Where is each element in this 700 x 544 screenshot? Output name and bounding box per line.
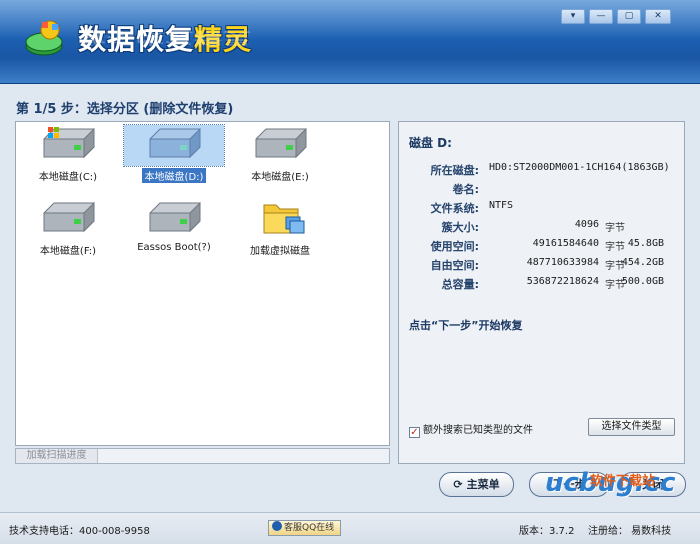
partition-label: 本地磁盘(C:) bbox=[38, 172, 98, 183]
select-file-type-button[interactable]: 选择文件类型 bbox=[588, 418, 675, 436]
partition-label: 本地磁盘(D:) bbox=[140, 167, 208, 184]
info-row-disk: 所在磁盘: HD0:ST2000DM001-1CH164(1863GB) bbox=[399, 162, 684, 180]
info-row-filesystem: 文件系统: NTFS bbox=[399, 200, 684, 218]
load-scan-progress-button[interactable]: 加载扫描进度 bbox=[16, 449, 98, 463]
info-number: 4096 bbox=[574, 219, 599, 230]
partition-item-d[interactable]: 本地磁盘(D:) bbox=[123, 124, 225, 184]
window-minimize-button[interactable]: — bbox=[589, 9, 613, 24]
info-value: NTFS bbox=[489, 200, 514, 211]
partition-label: Eassos Boot(?) bbox=[137, 242, 211, 253]
info-size: 45.8GB bbox=[627, 238, 664, 249]
version-label: 版本：3.7.2 bbox=[519, 526, 575, 537]
partition-icon-wrap bbox=[18, 199, 118, 240]
app-title-reflection-main: 数据恢复 bbox=[78, 29, 195, 48]
drive-icon bbox=[149, 201, 201, 233]
window-close-button[interactable]: ✕ bbox=[645, 9, 671, 24]
folder-icon bbox=[263, 204, 305, 234]
load-virtual-disk[interactable]: 加载虚拟磁盘 bbox=[230, 199, 330, 257]
info-key: 卷名: bbox=[452, 183, 479, 196]
info-key: 总容量: bbox=[441, 278, 479, 291]
support-phone: 技术支持电话：400-008-9958 bbox=[9, 526, 150, 537]
info-row-total: 总容量: 536872218624 字节 500.0GB bbox=[399, 276, 684, 294]
info-size: 454.2GB bbox=[621, 257, 664, 268]
info-number: 536872218624 bbox=[526, 276, 599, 287]
info-row-free: 自由空间: 487710633984 字节 454.2GB bbox=[399, 257, 684, 275]
partition-item-f[interactable]: 本地磁盘(F:) bbox=[18, 199, 118, 257]
status-bar: 技术支持电话：400-008-9958 客服QQ在线 版本：3.7.2 注册给：… bbox=[0, 512, 700, 544]
extra-search-checkbox[interactable]: ✓ 额外搜索已知类型的文件 bbox=[409, 421, 533, 438]
watermark-sub: 软件下载站 bbox=[590, 474, 656, 489]
qq-support-button[interactable]: 客服QQ在线 bbox=[268, 520, 341, 536]
drive-icon bbox=[255, 127, 307, 159]
app-title-reflection-accent: 精灵 bbox=[194, 29, 253, 48]
app-header: 数据恢复精灵 数据恢复精灵 ▾ — ▢ ✕ bbox=[0, 0, 700, 84]
window-menu-button[interactable]: ▾ bbox=[561, 9, 585, 24]
info-number: 487710633984 bbox=[526, 257, 599, 268]
app-logo-icon bbox=[25, 20, 63, 56]
app-title-reflection: 数据恢复精灵 bbox=[78, 28, 252, 50]
partition-label: 本地磁盘(E:) bbox=[251, 172, 309, 183]
window-maximize-button[interactable]: ▢ bbox=[617, 9, 641, 24]
disk-info-panel: 磁盘 D: 所在磁盘: HD0:ST2000DM001-1CH164(1863G… bbox=[398, 121, 685, 464]
info-unit: 字节 bbox=[605, 242, 625, 253]
info-number: 49161584640 bbox=[532, 238, 599, 249]
info-row-cluster: 簇大小: 4096 字节 bbox=[399, 219, 684, 237]
partition-icon-wrap bbox=[124, 199, 224, 240]
windows-drive-icon bbox=[43, 127, 95, 159]
partition-icon-wrap bbox=[230, 125, 330, 166]
registered-label: 注册给： 易数科技 bbox=[588, 526, 672, 537]
info-key: 簇大小: bbox=[441, 221, 479, 234]
step-title: 第 1/5 步：选择分区 (删除文件恢复) bbox=[16, 102, 234, 117]
info-key: 文件系统: bbox=[430, 202, 479, 215]
qq-icon bbox=[272, 521, 282, 531]
partition-list: 本地磁盘(C:) 本地磁盘(D:) 本地磁盘(E:) 本地磁盘(F:) Eass… bbox=[15, 121, 390, 446]
partition-item-e[interactable]: 本地磁盘(E:) bbox=[230, 125, 330, 183]
partition-icon-wrap bbox=[123, 124, 225, 167]
partition-label: 加载虚拟磁盘 bbox=[250, 246, 310, 257]
refresh-icon: ⟳ bbox=[453, 478, 463, 491]
qq-label: 客服QQ在线 bbox=[284, 523, 335, 533]
info-row-used: 使用空间: 49161584640 字节 45.8GB bbox=[399, 238, 684, 256]
main-menu-button[interactable]: ⟳ 主菜单 bbox=[439, 472, 514, 497]
partition-icon-wrap bbox=[18, 125, 118, 166]
info-key: 所在磁盘: bbox=[430, 164, 479, 177]
disk-title: 磁盘 D: bbox=[409, 136, 452, 150]
info-key: 自由空间: bbox=[430, 259, 479, 272]
checkbox-check-icon[interactable]: ✓ bbox=[409, 427, 420, 438]
partition-item-eassos-boot[interactable]: Eassos Boot(?) bbox=[124, 199, 224, 253]
info-value: HD0:ST2000DM001-1CH164(1863GB) bbox=[489, 162, 670, 173]
partition-icon-wrap bbox=[230, 199, 330, 240]
extra-search-label: 额外搜索已知类型的文件 bbox=[423, 425, 533, 436]
main-menu-label: 主菜单 bbox=[466, 478, 500, 491]
drive-icon bbox=[43, 201, 95, 233]
partition-item-c[interactable]: 本地磁盘(C:) bbox=[18, 125, 118, 183]
next-step-hint: 点击“下一步”开始恢复 bbox=[409, 319, 523, 332]
info-size: 500.0GB bbox=[621, 276, 664, 287]
info-unit: 字节 bbox=[605, 223, 625, 234]
partition-label: 本地磁盘(F:) bbox=[39, 246, 97, 257]
info-row-volume: 卷名: bbox=[399, 181, 684, 199]
drive-icon bbox=[149, 127, 201, 159]
info-key: 使用空间: bbox=[430, 240, 479, 253]
scan-progress-bar: 加载扫描进度 bbox=[15, 448, 390, 464]
